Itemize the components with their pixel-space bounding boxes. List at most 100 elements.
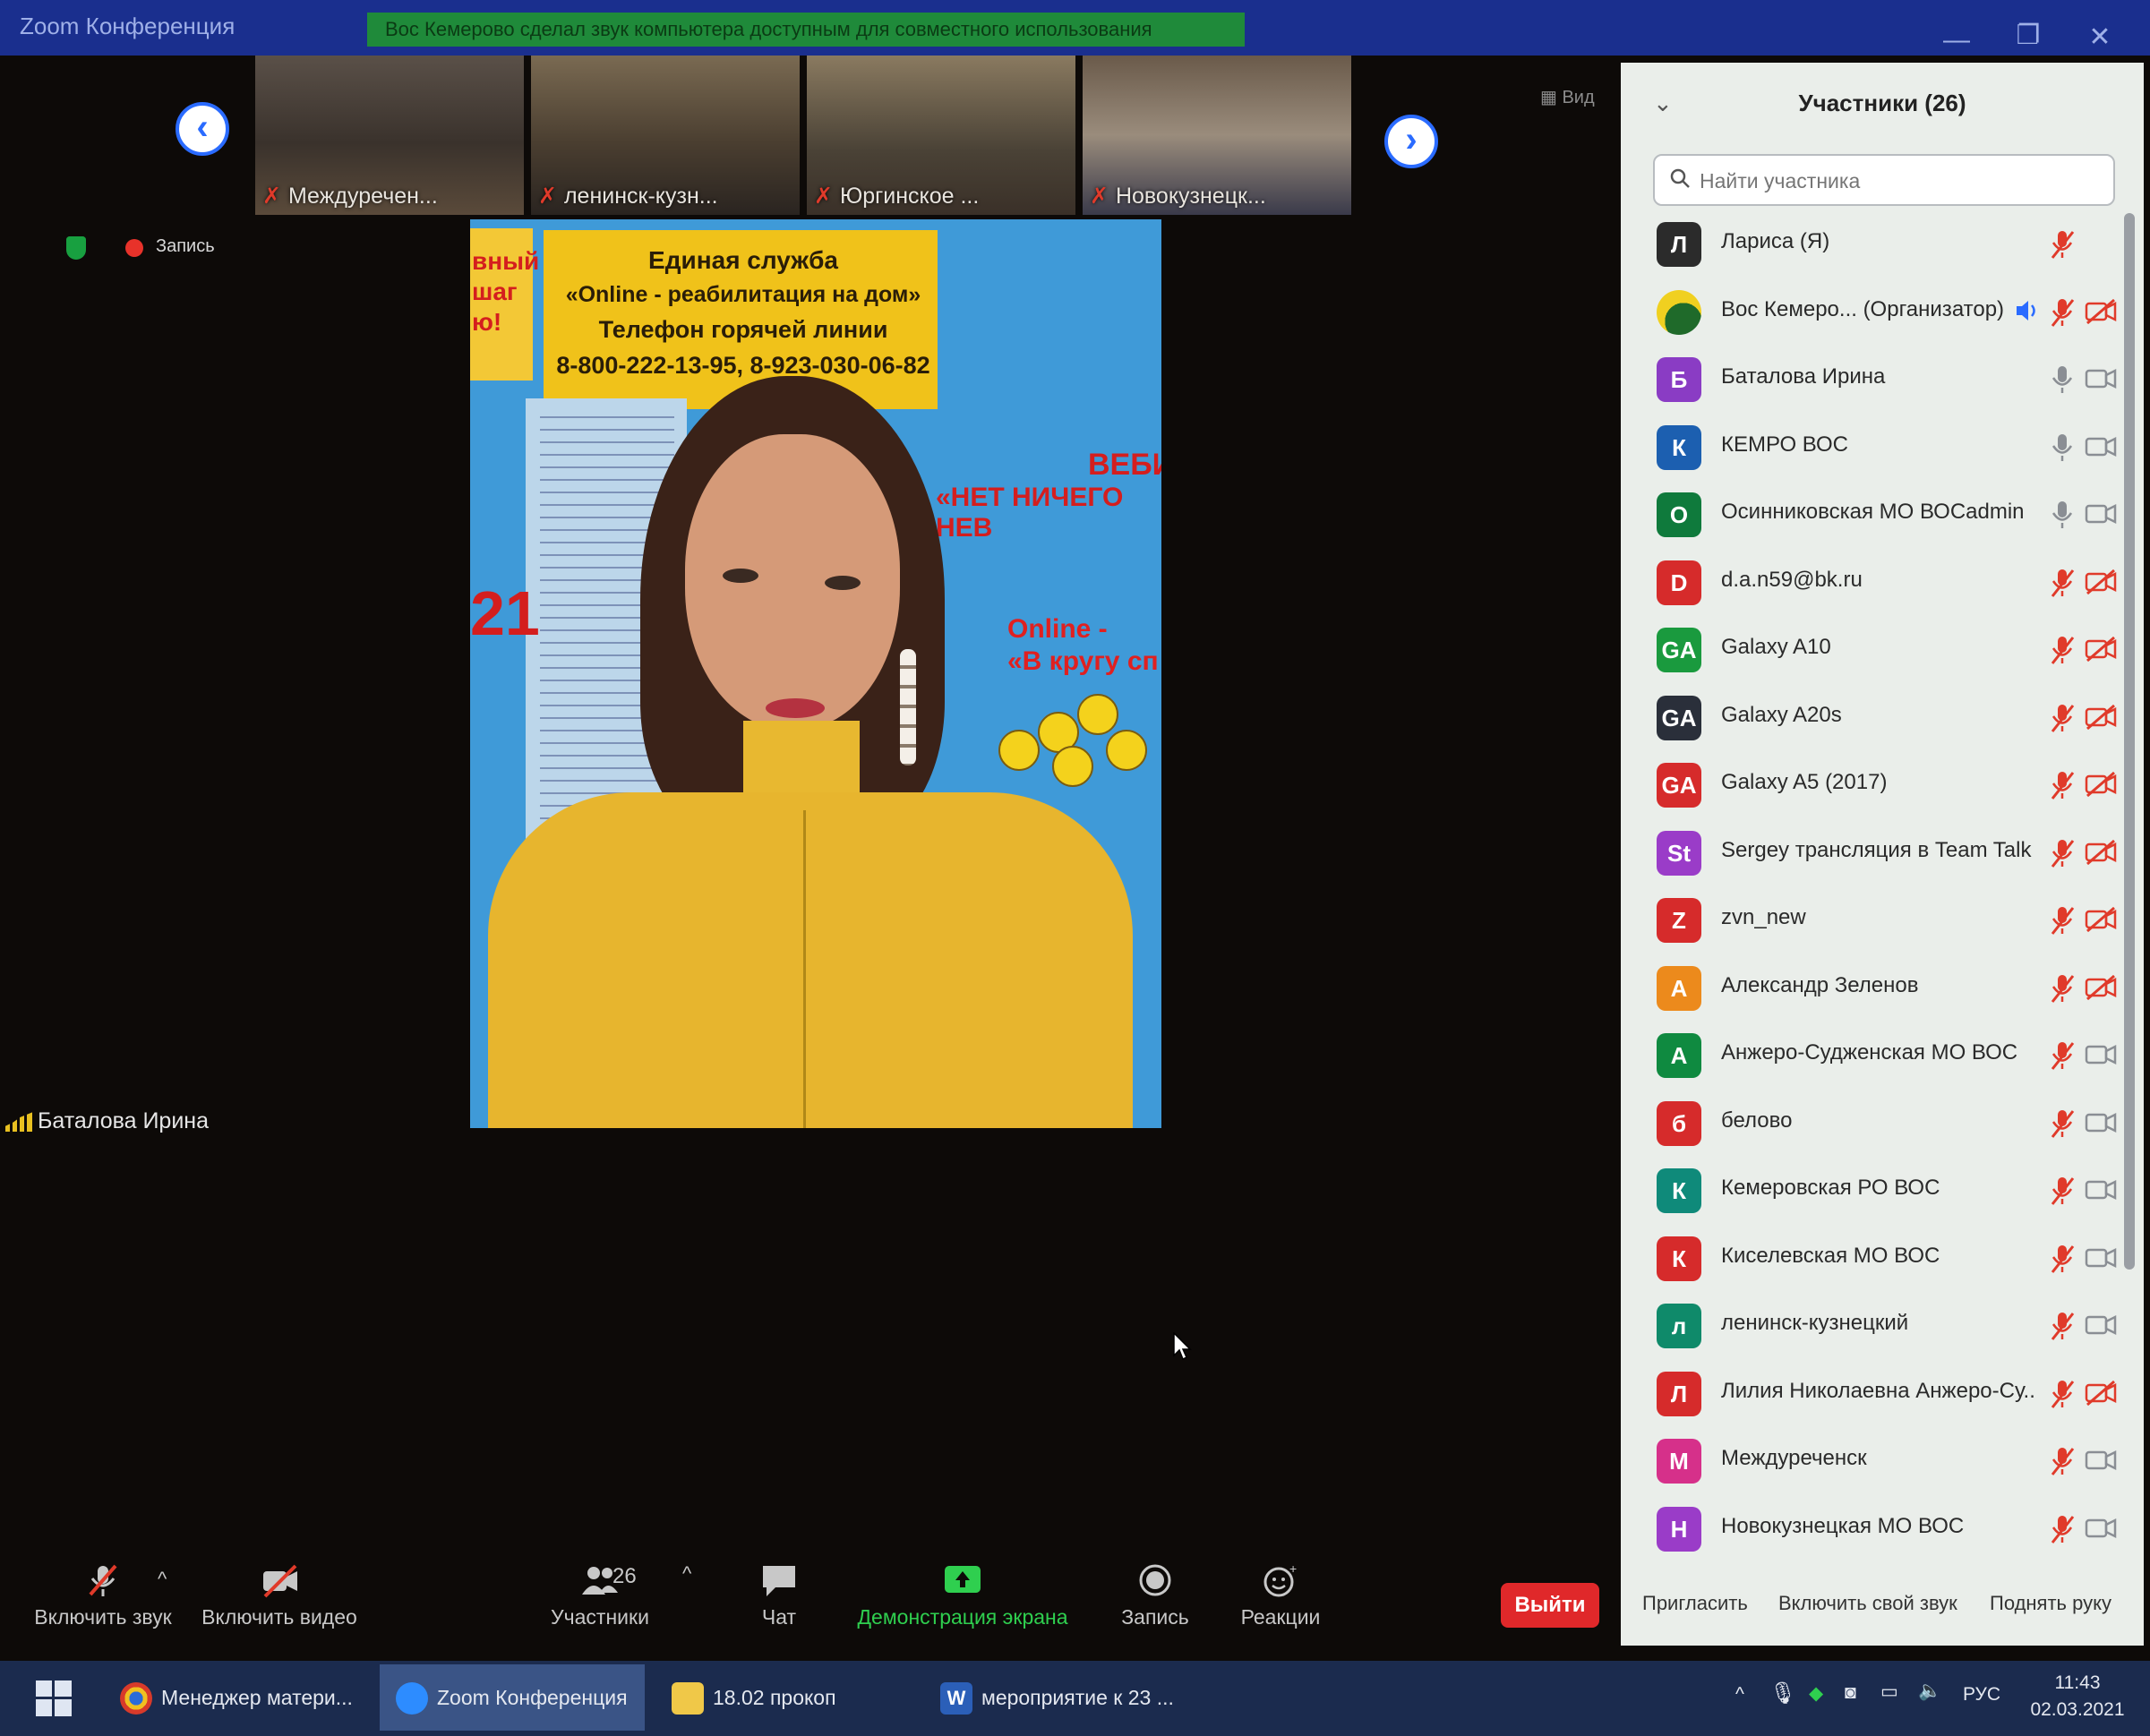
video-off-icon[interactable] xyxy=(2085,974,2117,1000)
unmute-button[interactable]: Включить звук xyxy=(27,1562,179,1629)
participant-row[interactable]: Л Лариса (Я) xyxy=(1644,217,2119,276)
taskbar-item[interactable]: Менеджер матери... xyxy=(104,1664,373,1731)
video-icon[interactable] xyxy=(2085,434,2117,459)
muted-mic-icon[interactable] xyxy=(2049,1379,2076,1409)
muted-mic-icon[interactable] xyxy=(2049,770,2076,800)
chat-button[interactable]: Чат xyxy=(734,1562,824,1629)
participant-row[interactable]: Dd.a.n59@bk.ru xyxy=(1644,555,2119,614)
raise-hand-button[interactable]: Поднять руку xyxy=(1990,1592,2111,1615)
muted-mic-icon[interactable] xyxy=(2049,1514,2076,1544)
muted-mic-icon[interactable] xyxy=(2049,703,2076,733)
video-icon[interactable] xyxy=(2085,1313,2117,1338)
video-icon[interactable] xyxy=(2085,366,2117,391)
participant-row[interactable]: О Осинниковская МО ВОСadmin xyxy=(1644,487,2119,546)
participant-row[interactable]: Zzvn_new xyxy=(1644,893,2119,952)
mic-icon[interactable] xyxy=(2049,500,2076,530)
start-video-button[interactable]: Включить видео xyxy=(199,1562,360,1629)
leave-meeting-button[interactable]: Выйти xyxy=(1501,1583,1599,1628)
participants-caret-icon[interactable]: ^ xyxy=(682,1562,691,1586)
muted-mic-icon[interactable] xyxy=(2049,973,2076,1004)
participant-row[interactable]: GA Galaxy A20s xyxy=(1644,690,2119,749)
video-off-icon[interactable] xyxy=(2085,298,2117,324)
muted-mic-icon[interactable] xyxy=(2049,1108,2076,1139)
restore-button[interactable]: ❐ xyxy=(2006,20,2051,51)
video-off-icon[interactable] xyxy=(2085,839,2117,865)
participant-row[interactable]: Б Баталова Ирина xyxy=(1644,352,2119,411)
tray-expand-icon[interactable]: ^ xyxy=(1735,1684,1744,1706)
invite-button[interactable]: Пригласить xyxy=(1642,1592,1748,1615)
tray-mic-icon[interactable]: 🎙 xyxy=(1769,1680,1796,1706)
video-off-icon[interactable] xyxy=(2085,637,2117,662)
mic-icon[interactable] xyxy=(2049,432,2076,463)
participant-row[interactable]: Л Лилия Николаевна Анжеро-Су... xyxy=(1644,1366,2119,1425)
taskbar-item[interactable]: W мероприятие к 23 ... xyxy=(924,1664,1184,1731)
video-icon[interactable] xyxy=(2085,501,2117,526)
taskbar-item[interactable]: 18.02 прокоп xyxy=(655,1664,915,1731)
muted-mic-icon[interactable] xyxy=(2049,1040,2076,1071)
muted-mic-icon[interactable] xyxy=(2049,1176,2076,1206)
share-screen-button[interactable]: Демонстрация экрана xyxy=(855,1562,1070,1629)
muted-mic-icon[interactable] xyxy=(2049,568,2076,598)
participant-row[interactable]: л ленинск-кузнецкий xyxy=(1644,1298,2119,1357)
video-thumbnail[interactable]: ✗ ленинск-кузн... xyxy=(531,56,800,215)
video-off-icon[interactable] xyxy=(2085,772,2117,797)
participant-row[interactable]: К Кемеровская РО ВОС xyxy=(1644,1163,2119,1222)
video-thumbnail[interactable]: ✗ Юргинское ... xyxy=(807,56,1075,215)
unmute-me-button[interactable]: Включить свой звук xyxy=(1778,1592,1957,1615)
tray-volume-icon[interactable]: 🔈 xyxy=(1918,1680,1941,1702)
participant-row[interactable]: Н Новокузнецкая МО ВОС xyxy=(1644,1501,2119,1561)
muted-mic-icon[interactable] xyxy=(2049,635,2076,665)
muted-mic-icon[interactable] xyxy=(2049,1311,2076,1341)
participant-row[interactable]: GA Galaxy A5 (2017) xyxy=(1644,757,2119,817)
tray-app-icon[interactable]: ◙ xyxy=(1845,1682,1856,1704)
close-button[interactable]: ✕ xyxy=(2077,21,2122,53)
participants-scrollbar[interactable] xyxy=(2124,213,2135,1270)
muted-mic-icon[interactable] xyxy=(2049,838,2076,868)
video-thumbnail[interactable]: ✗ Междуречен... xyxy=(255,56,524,215)
muted-mic-icon[interactable] xyxy=(2049,1446,2076,1476)
participant-row[interactable]: А Анжеро-Судженская МО ВОС xyxy=(1644,1028,2119,1087)
video-icon[interactable] xyxy=(2085,1245,2117,1270)
participant-row[interactable]: GA Galaxy A10 xyxy=(1644,622,2119,681)
video-off-icon[interactable] xyxy=(2085,907,2117,932)
participant-row[interactable]: б белово xyxy=(1644,1096,2119,1155)
windows-start-icon[interactable] xyxy=(36,1680,72,1716)
participant-row[interactable]: Вос Кемеро... (Организатор) xyxy=(1644,285,2119,344)
participant-row[interactable]: А Александр Зеленов xyxy=(1644,961,2119,1020)
participant-row[interactable]: М Междуреченск xyxy=(1644,1433,2119,1492)
next-page-arrow-icon[interactable]: › xyxy=(1384,115,1438,168)
participants-button[interactable]: 26 Участники xyxy=(537,1562,663,1629)
video-thumbnail[interactable]: ✗ Новокузнецк... xyxy=(1083,56,1351,215)
video-off-icon[interactable] xyxy=(2085,704,2117,730)
video-off-icon[interactable] xyxy=(2085,1380,2117,1406)
muted-mic-icon[interactable] xyxy=(2049,905,2076,936)
participant-row[interactable]: К КЕМРО ВОС xyxy=(1644,420,2119,479)
video-icon[interactable] xyxy=(2085,1177,2117,1202)
participant-row[interactable]: St Sergey трансляция в Team Talk xyxy=(1644,825,2119,885)
video-icon[interactable] xyxy=(2085,1516,2117,1541)
participant-avatar: GA xyxy=(1657,695,1701,740)
taskbar-item[interactable]: Zoom Конференция xyxy=(380,1664,645,1731)
participant-search-input[interactable] xyxy=(1700,167,2094,195)
tray-shield-icon[interactable]: ◆ xyxy=(1809,1682,1823,1705)
tray-network-icon[interactable]: ▭ xyxy=(1880,1680,1898,1703)
muted-mic-icon[interactable] xyxy=(2049,297,2076,328)
video-icon[interactable] xyxy=(2085,1042,2117,1067)
video-icon[interactable] xyxy=(2085,1110,2117,1135)
encryption-shield-icon[interactable] xyxy=(66,236,86,260)
muted-mic-icon[interactable] xyxy=(2049,1244,2076,1274)
audio-options-caret-icon[interactable]: ^ xyxy=(158,1568,167,1591)
video-off-icon[interactable] xyxy=(2085,569,2117,594)
video-icon[interactable] xyxy=(2085,1448,2117,1473)
participant-search-box[interactable] xyxy=(1653,154,2115,206)
muted-mic-icon[interactable] xyxy=(2049,229,2076,260)
minimize-button[interactable]: — xyxy=(1934,25,1979,56)
mic-icon[interactable] xyxy=(2049,364,2076,395)
language-indicator[interactable]: РУС xyxy=(1963,1684,2000,1706)
prev-page-arrow-icon[interactable]: ‹ xyxy=(176,102,229,156)
participant-row[interactable]: К Киселевская МО ВОС xyxy=(1644,1231,2119,1290)
record-button[interactable]: Запись xyxy=(1101,1562,1209,1629)
reactions-button[interactable]: + Реакции xyxy=(1227,1562,1334,1629)
taskbar-clock[interactable]: 11:43 02.03.2021 xyxy=(2015,1670,2140,1723)
view-button[interactable]: ▦ Вид xyxy=(1540,86,1595,108)
